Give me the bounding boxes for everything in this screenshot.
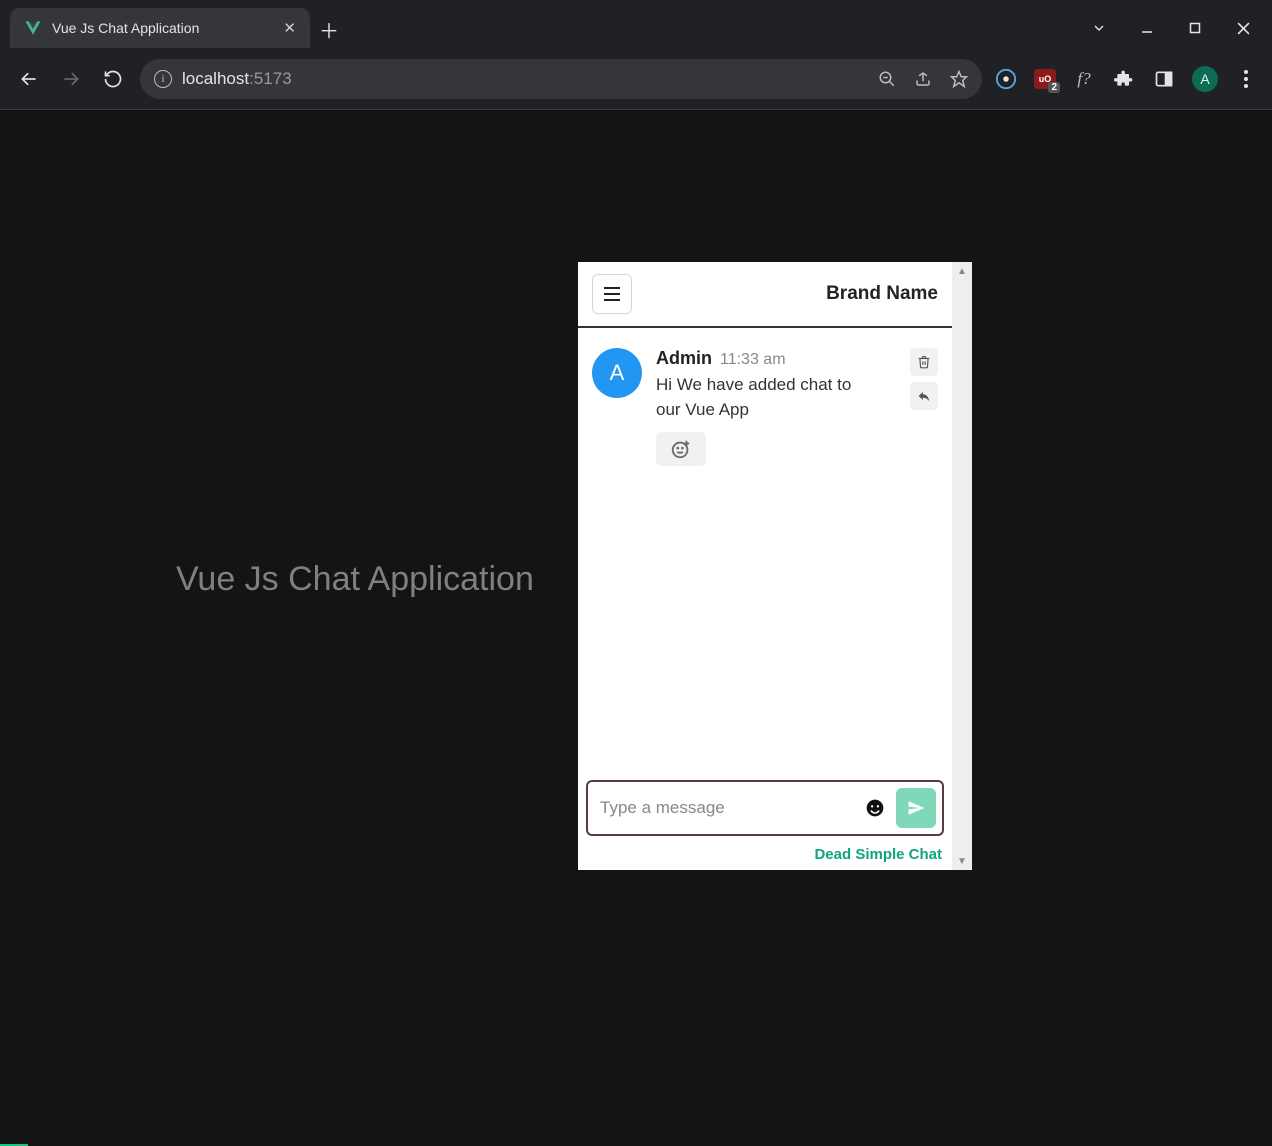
reload-button[interactable] bbox=[98, 64, 128, 94]
page-heading: Vue Js Chat Application bbox=[176, 560, 534, 599]
message-composer bbox=[586, 780, 944, 836]
chat-menu-button[interactable] bbox=[592, 274, 632, 314]
chat-header: Brand Name bbox=[578, 262, 952, 328]
share-icon[interactable] bbox=[914, 70, 932, 88]
send-button[interactable] bbox=[896, 788, 936, 828]
message-actions bbox=[910, 348, 938, 466]
minimize-button[interactable] bbox=[1124, 9, 1170, 47]
avatar-initial: A bbox=[610, 360, 625, 386]
vue-logo-icon bbox=[24, 19, 42, 37]
message-row: A Admin 11:33 am Hi We have added chat t… bbox=[592, 348, 938, 466]
extensions-row: uO 2 f? A bbox=[994, 66, 1258, 92]
chat-widget: ▲ ▼ Brand Name A Ad bbox=[578, 262, 972, 870]
zoom-icon[interactable] bbox=[878, 70, 896, 88]
maximize-button[interactable] bbox=[1172, 9, 1218, 47]
scroll-up-icon[interactable]: ▲ bbox=[952, 262, 972, 280]
window-controls bbox=[1076, 8, 1272, 48]
powered-by-link[interactable]: Dead Simple Chat bbox=[814, 846, 942, 863]
add-reaction-button[interactable] bbox=[656, 432, 706, 466]
close-window-button[interactable] bbox=[1220, 9, 1266, 47]
message-time: 11:33 am bbox=[720, 351, 786, 369]
message-text: Hi We have added chat to our Vue App bbox=[656, 373, 856, 422]
browser-menu-icon[interactable] bbox=[1234, 67, 1258, 91]
site-info-icon[interactable]: i bbox=[154, 70, 172, 88]
address-bar[interactable]: i localhost:5173 bbox=[140, 59, 982, 99]
scroll-down-icon[interactable]: ▼ bbox=[952, 852, 972, 870]
reply-message-button[interactable] bbox=[910, 382, 938, 410]
close-tab-icon[interactable]: ✕ bbox=[283, 19, 296, 37]
url-port: :5173 bbox=[249, 69, 292, 88]
message-sender: Admin bbox=[656, 348, 712, 369]
chat-scrollbar[interactable]: ▲ ▼ bbox=[952, 262, 972, 870]
browser-chrome: Vue Js Chat Application ✕ ＋ bbox=[0, 0, 1272, 110]
ublock-badge: 2 bbox=[1048, 82, 1060, 93]
new-tab-button[interactable]: ＋ bbox=[310, 10, 348, 48]
url-text: localhost:5173 bbox=[182, 69, 292, 89]
side-panel-icon[interactable] bbox=[1152, 67, 1176, 91]
hamburger-icon bbox=[604, 287, 620, 301]
composer-area bbox=[578, 780, 952, 842]
profile-avatar[interactable]: A bbox=[1192, 66, 1218, 92]
delete-message-button[interactable] bbox=[910, 348, 938, 376]
chat-footer: Dead Simple Chat bbox=[578, 842, 952, 870]
message-body: Admin 11:33 am Hi We have added chat to … bbox=[656, 348, 890, 466]
chat-brand-label: Brand Name bbox=[826, 283, 938, 305]
profile-initial: A bbox=[1200, 71, 1209, 87]
tab-strip: Vue Js Chat Application ✕ ＋ bbox=[0, 0, 1272, 48]
forward-button[interactable] bbox=[56, 64, 86, 94]
page-viewport: Vue Js Chat Application ▲ ▼ Brand Name A bbox=[0, 110, 1272, 1146]
browser-tab[interactable]: Vue Js Chat Application ✕ bbox=[10, 8, 310, 48]
whatfont-icon[interactable]: f? bbox=[1072, 67, 1096, 91]
url-host: localhost bbox=[182, 69, 249, 88]
bookmark-icon[interactable] bbox=[950, 70, 968, 88]
ublock-icon[interactable]: uO 2 bbox=[1034, 69, 1056, 89]
emoji-picker-button[interactable] bbox=[862, 795, 888, 821]
messages-area: A Admin 11:33 am Hi We have added chat t… bbox=[578, 328, 952, 780]
extensions-puzzle-icon[interactable] bbox=[1112, 67, 1136, 91]
message-avatar: A bbox=[592, 348, 642, 398]
message-input[interactable] bbox=[600, 798, 854, 818]
tab-title: Vue Js Chat Application bbox=[52, 20, 273, 36]
back-button[interactable] bbox=[14, 64, 44, 94]
tab-search-icon[interactable] bbox=[1076, 9, 1122, 47]
extension-circle-icon[interactable] bbox=[994, 67, 1018, 91]
browser-toolbar: i localhost:5173 uO bbox=[0, 48, 1272, 110]
